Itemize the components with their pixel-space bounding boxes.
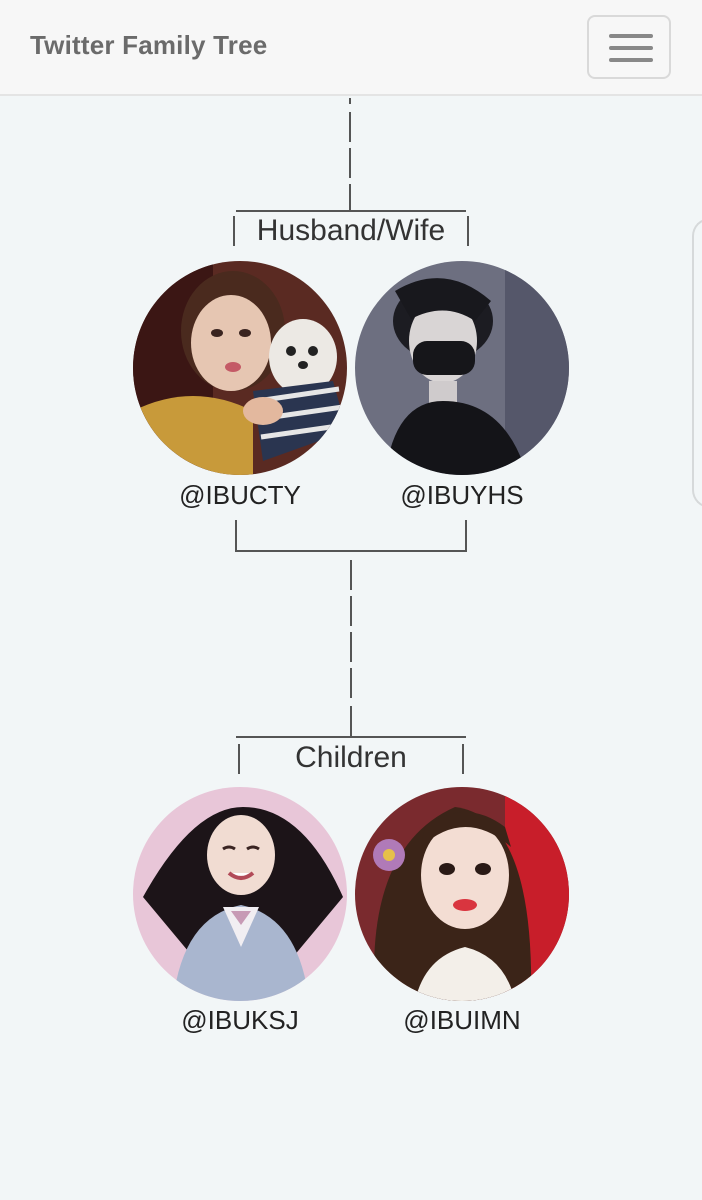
tree-connector [350,706,352,738]
children-label: Children [295,741,407,774]
profile-photo-woman-with-flower [355,787,569,1001]
menu-toggle-button[interactable] [587,15,671,79]
tree-connector [349,98,351,104]
hamburger-menu-icon [609,34,653,38]
hamburger-menu-icon-bar [609,46,653,50]
tree-connector [349,112,351,142]
bracket-right [467,216,469,246]
parents-label: Husband/Wife [256,214,446,247]
tree-connector [235,520,237,552]
tree-connector [349,184,351,212]
tree-connector [349,148,351,178]
avatar-parent-1[interactable] [133,261,347,475]
tree-connector [350,560,352,590]
tree-connector [236,210,466,212]
tree-connector [350,632,352,662]
profile-photo-man-with-mask [355,261,569,475]
profile-photo-girl-long-hair [133,787,347,1001]
brand-title[interactable]: Twitter Family Tree [30,30,267,61]
avatar-parent-2[interactable] [355,261,569,475]
tree-connector [237,550,466,552]
tree-connector [350,596,352,626]
child-handle-1[interactable]: @IBUKSJ [130,1005,350,1036]
tree-connector [236,736,466,738]
avatar-child-1[interactable] [133,787,347,1001]
parent-handle-1[interactable]: @IBUCTY [130,480,350,511]
bracket-right [462,744,464,774]
child-handle-2[interactable]: @IBUIMN [352,1005,572,1036]
tree-connector [350,668,352,698]
parent-handle-2[interactable]: @IBUYHS [352,480,572,511]
tree-connector [465,520,467,552]
profile-photo-woman-with-dog [133,261,347,475]
navbar: Twitter Family Tree [0,0,702,96]
hamburger-menu-icon-bar [609,58,653,62]
avatar-child-2[interactable] [355,787,569,1001]
side-panel-edge[interactable] [692,218,702,508]
